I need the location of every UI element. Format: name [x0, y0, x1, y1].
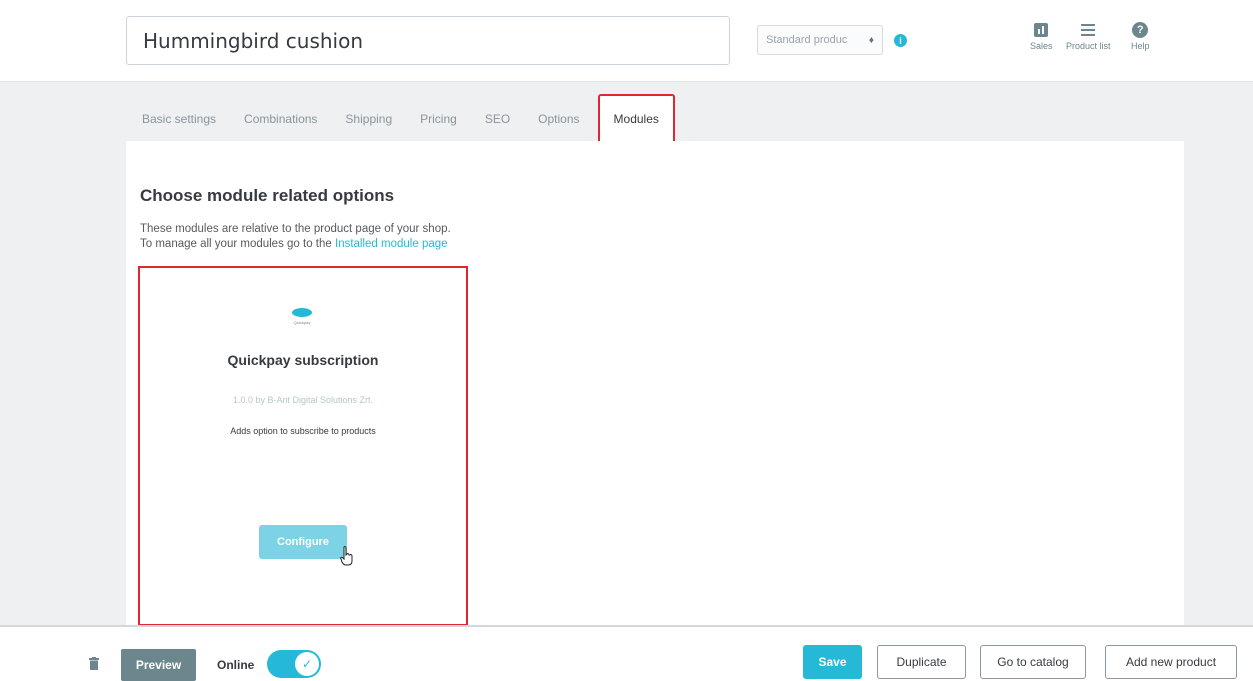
tab-pricing[interactable]: Pricing [408, 96, 469, 142]
check-icon: ✓ [295, 652, 319, 676]
description-line-2-text: To manage all your modules go to the [140, 238, 332, 250]
product-list-icon [1081, 24, 1096, 36]
description-line-1: These modules are relative to the produc… [140, 223, 451, 235]
section-description: These modules are relative to the produc… [140, 222, 451, 252]
duplicate-button[interactable]: Duplicate [877, 645, 966, 679]
product-list-link[interactable]: Product list [1066, 22, 1111, 51]
online-toggle[interactable]: ✓ [267, 650, 321, 678]
info-icon[interactable]: i [894, 34, 907, 47]
modules-panel: Choose module related options These modu… [126, 141, 1184, 629]
sales-link-label: Sales [1030, 41, 1053, 51]
tab-combinations[interactable]: Combinations [232, 96, 329, 142]
module-logo-text: Quickpay [293, 320, 311, 325]
sales-link[interactable]: Sales [1030, 22, 1053, 51]
module-version: 1.0.0 by B-Ant Digital Solutions Zrt. [232, 395, 374, 405]
help-icon: ? [1132, 22, 1149, 38]
tab-modules[interactable]: Modules [597, 94, 675, 142]
help-link-label: Help [1131, 41, 1150, 51]
module-description: Adds option to subscribe to products [230, 426, 376, 436]
help-link[interactable]: ? Help [1131, 22, 1150, 51]
tab-options[interactable]: Options [526, 96, 591, 142]
tab-basic-settings[interactable]: Basic settings [130, 96, 228, 142]
tab-seo[interactable]: SEO [473, 96, 522, 142]
product-type-value: Standard produc [766, 34, 848, 46]
product-tabs: Basic settings Combinations Shipping Pri… [130, 92, 679, 142]
product-name-input[interactable]: Hummingbird cushion [126, 16, 730, 65]
add-new-product-button[interactable]: Add new product [1105, 645, 1237, 679]
hand-cursor-icon [340, 546, 353, 566]
product-type-select[interactable]: Standard produc ♦ [757, 25, 883, 55]
description-line-2: To manage all your modules go to the Ins… [140, 237, 451, 252]
trash-icon[interactable] [89, 657, 99, 670]
select-caret-icon: ♦ [868, 34, 874, 46]
module-logo-icon [292, 308, 312, 317]
section-title: Choose module related options [140, 186, 395, 205]
module-name: Quickpay subscription [227, 352, 379, 368]
tab-shipping[interactable]: Shipping [333, 96, 404, 142]
save-button[interactable]: Save [803, 645, 862, 679]
installed-module-link[interactable]: Installed module page [335, 238, 448, 250]
configure-button[interactable]: Configure [259, 525, 347, 559]
product-list-link-label: Product list [1066, 41, 1111, 51]
sales-icon [1034, 23, 1049, 37]
top-header: Hummingbird cushion Standard produc ♦ i … [0, 0, 1253, 82]
preview-button[interactable]: Preview [121, 649, 196, 681]
online-label: Online [217, 658, 255, 672]
module-card: Quickpay Quickpay subscription 1.0.0 by … [138, 266, 468, 626]
go-to-catalog-button[interactable]: Go to catalog [980, 645, 1086, 679]
